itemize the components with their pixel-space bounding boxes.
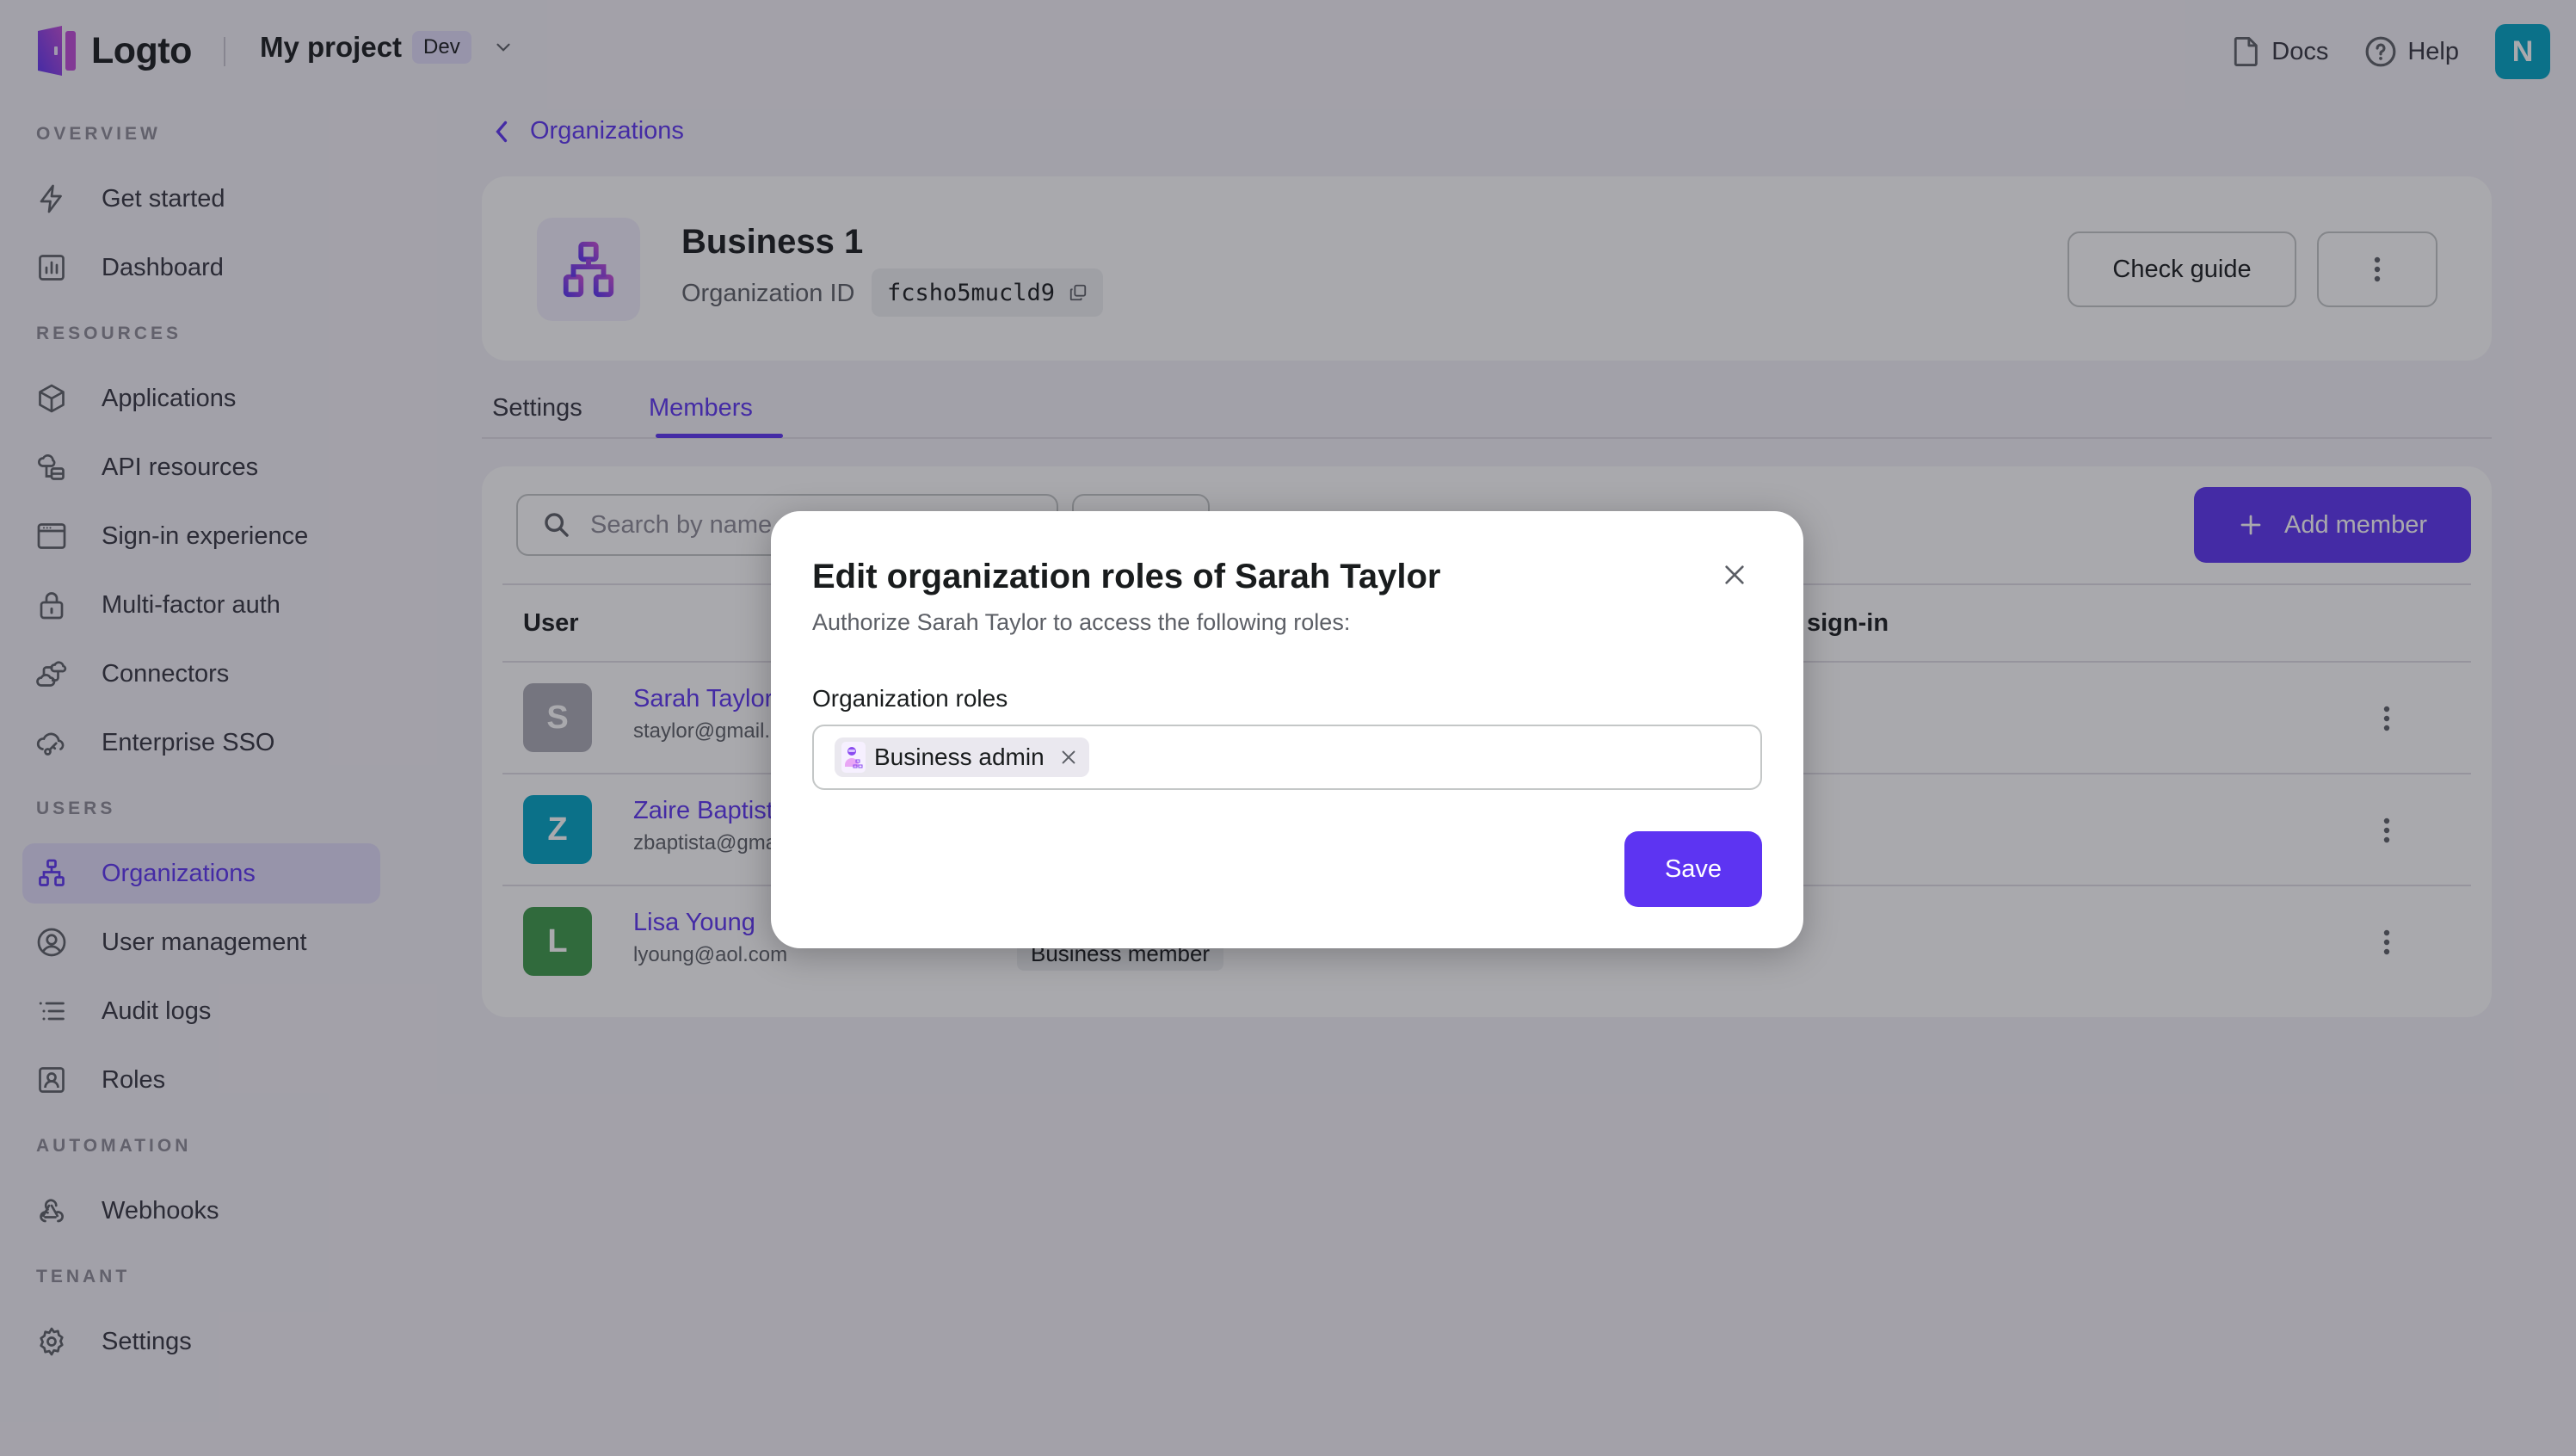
save-button[interactable]: Save — [1624, 831, 1762, 907]
role-chip: Business admin — [835, 737, 1089, 777]
role-icon — [841, 742, 866, 773]
edit-roles-modal: Edit organization roles of Sarah Taylor … — [771, 511, 1803, 948]
remove-role-button[interactable] — [1057, 745, 1081, 769]
organization-roles-label: Organization roles — [812, 685, 1008, 712]
role-chip-label: Business admin — [874, 743, 1045, 770]
organization-roles-input[interactable]: Business admin — [812, 725, 1762, 790]
close-icon — [1725, 565, 1744, 584]
modal-subtitle: Authorize Sarah Taylor to access the fol… — [812, 609, 1351, 635]
close-icon — [1062, 750, 1075, 764]
modal-title: Edit organization roles of Sarah Taylor — [812, 558, 1441, 595]
close-button[interactable] — [1716, 556, 1753, 594]
